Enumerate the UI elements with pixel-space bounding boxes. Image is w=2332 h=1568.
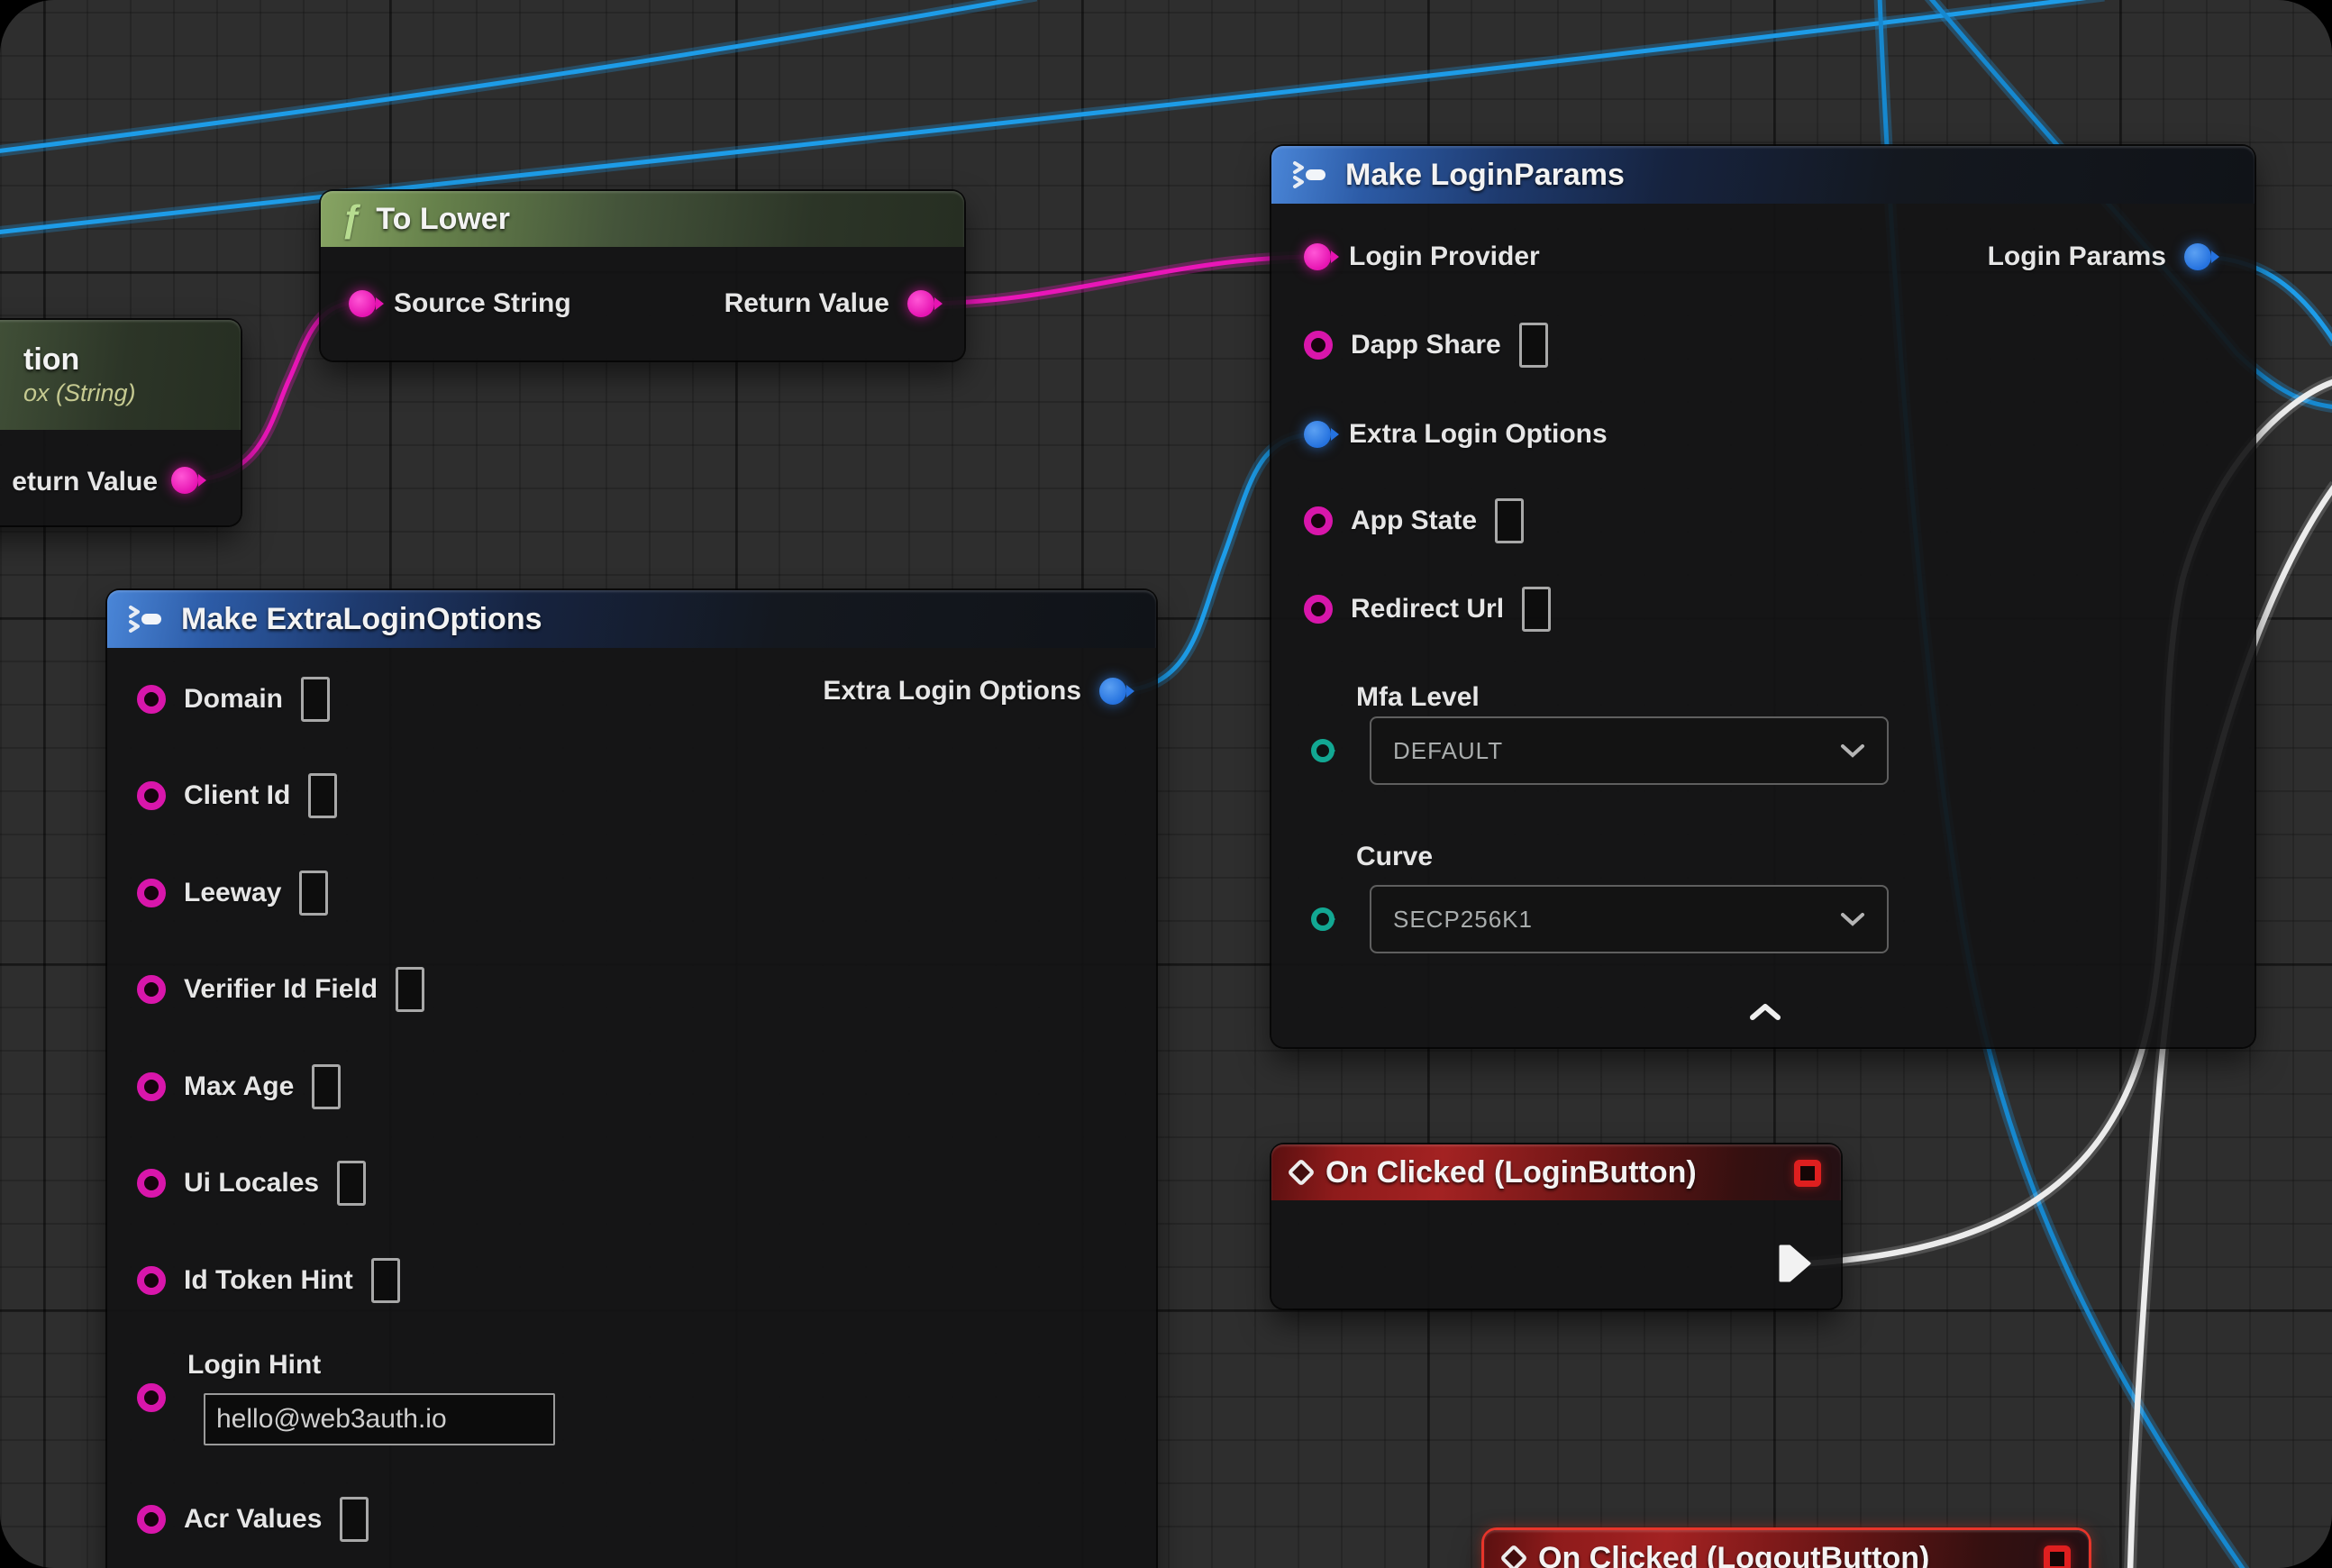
partial-node-subtitle: ox (String)	[23, 379, 136, 407]
blueprint-graph-canvas[interactable]: tion ox (String) eturn Value ƒ To Lower …	[0, 0, 2332, 1568]
dapp-share-label: Dapp Share	[1351, 330, 1501, 360]
make-struct-icon	[127, 603, 167, 635]
leeway-pin[interactable]	[137, 879, 166, 907]
curve-label: Curve	[1356, 842, 1433, 872]
curve-value: SECP256K1	[1393, 906, 1533, 934]
partial-return-value-label: eturn Value	[12, 467, 158, 497]
mfa-level-value: DEFAULT	[1393, 737, 1503, 765]
collapse-node-button[interactable]	[1747, 1002, 1783, 1022]
node-make-extra-login-options[interactable]: Make ExtraLoginOptions Extra Login Optio…	[107, 590, 1156, 1568]
client-id-pin[interactable]	[137, 781, 166, 810]
verifier-id-field-checkbox[interactable]	[396, 967, 424, 1012]
redirect-url-pin[interactable]	[1304, 595, 1333, 624]
partial-return-value-pin[interactable]	[171, 467, 198, 494]
login-provider-label: Login Provider	[1349, 242, 1540, 272]
chevron-down-icon	[1840, 912, 1865, 926]
mfa-level-pin[interactable]	[1311, 739, 1335, 762]
curve-dropdown[interactable]: SECP256K1	[1370, 885, 1889, 953]
make-extra-login-options-title: Make ExtraLoginOptions	[181, 602, 542, 637]
chevron-down-icon	[1840, 743, 1865, 758]
extra-login-options-out-pin[interactable]	[1099, 678, 1126, 705]
client-id-checkbox[interactable]	[308, 773, 337, 818]
acr-values-label: Acr Values	[184, 1504, 322, 1535]
domain-pin[interactable]	[137, 685, 166, 714]
login-hint-pin[interactable]	[137, 1383, 166, 1412]
acr-values-checkbox[interactable]	[340, 1497, 369, 1542]
return-value-pin[interactable]	[907, 290, 934, 317]
login-hint-label: Login Hint	[187, 1350, 321, 1381]
function-icon: ƒ	[341, 200, 361, 238]
make-login-params-title: Make LoginParams	[1345, 158, 1625, 193]
verifier-id-field-pin[interactable]	[137, 975, 166, 1004]
wire-blue-topleft	[0, 0, 1036, 151]
return-value-label: Return Value	[724, 288, 889, 319]
login-params-out-pin[interactable]	[2184, 243, 2211, 270]
node-partial-left[interactable]: tion ox (String) eturn Value	[0, 320, 241, 525]
domain-checkbox[interactable]	[301, 677, 330, 722]
source-string-label: Source String	[394, 288, 571, 319]
redirect-url-checkbox[interactable]	[1522, 587, 1551, 632]
max-age-checkbox[interactable]	[312, 1064, 341, 1109]
id-token-hint-label: Id Token Hint	[184, 1265, 353, 1296]
leeway-checkbox[interactable]	[299, 871, 328, 916]
login-params-out-label: Login Params	[1988, 242, 2166, 272]
delegate-pin[interactable]	[1794, 1160, 1821, 1187]
blueprint-editor: tion ox (String) eturn Value ƒ To Lower …	[0, 0, 2332, 1568]
max-age-label: Max Age	[184, 1071, 294, 1102]
dapp-share-pin[interactable]	[1304, 331, 1333, 360]
redirect-url-label: Redirect Url	[1351, 594, 1504, 624]
exec-out-pin[interactable]	[1778, 1244, 1812, 1283]
mfa-level-dropdown[interactable]: DEFAULT	[1370, 716, 1889, 785]
node-on-clicked-login-button[interactable]: On Clicked (LoginButton)	[1271, 1144, 1841, 1308]
event-diamond-icon	[1287, 1158, 1315, 1186]
ui-locales-label: Ui Locales	[184, 1168, 319, 1199]
wire-tolower-to-provider	[921, 257, 1317, 304]
chevron-up-icon	[1747, 1002, 1783, 1022]
acr-values-pin[interactable]	[137, 1505, 166, 1534]
ui-locales-checkbox[interactable]	[337, 1161, 366, 1206]
max-age-pin[interactable]	[137, 1072, 166, 1101]
id-token-hint-pin[interactable]	[137, 1266, 166, 1295]
app-state-pin[interactable]	[1304, 506, 1333, 535]
mfa-level-label: Mfa Level	[1356, 682, 1480, 713]
extra-login-options-in-pin[interactable]	[1304, 421, 1331, 448]
to-lower-title: To Lower	[376, 202, 510, 237]
domain-label: Domain	[184, 684, 283, 715]
ui-locales-pin[interactable]	[137, 1169, 166, 1198]
dapp-share-checkbox[interactable]	[1519, 323, 1548, 368]
node-make-login-params[interactable]: Make LoginParams Login Params Login Prov…	[1271, 146, 2255, 1047]
node-on-clicked-logout-button[interactable]: On Clicked (LogoutButton)	[1484, 1530, 2089, 1568]
id-token-hint-checkbox[interactable]	[371, 1258, 400, 1303]
delegate-pin[interactable]	[2044, 1545, 2071, 1568]
partial-node-title: tion	[23, 342, 79, 378]
source-string-pin[interactable]	[349, 290, 376, 317]
on-clicked-logout-title: On Clicked (LogoutButton)	[1538, 1541, 1929, 1568]
app-state-label: App State	[1351, 506, 1477, 536]
leeway-label: Leeway	[184, 878, 281, 908]
login-hint-input[interactable]	[204, 1393, 555, 1445]
app-state-checkbox[interactable]	[1495, 498, 1524, 543]
on-clicked-login-title: On Clicked (LoginButton)	[1325, 1155, 1697, 1190]
client-id-label: Client Id	[184, 780, 290, 811]
verifier-id-field-label: Verifier Id Field	[184, 974, 378, 1005]
node-to-lower[interactable]: ƒ To Lower Source String Return Value	[321, 191, 964, 360]
event-diamond-icon	[1499, 1544, 1527, 1568]
login-provider-pin[interactable]	[1304, 243, 1331, 270]
make-struct-icon	[1291, 159, 1331, 191]
extra-login-options-in-label: Extra Login Options	[1349, 419, 1608, 450]
extra-login-options-out-label: Extra Login Options	[823, 676, 1081, 707]
curve-pin[interactable]	[1311, 907, 1335, 931]
